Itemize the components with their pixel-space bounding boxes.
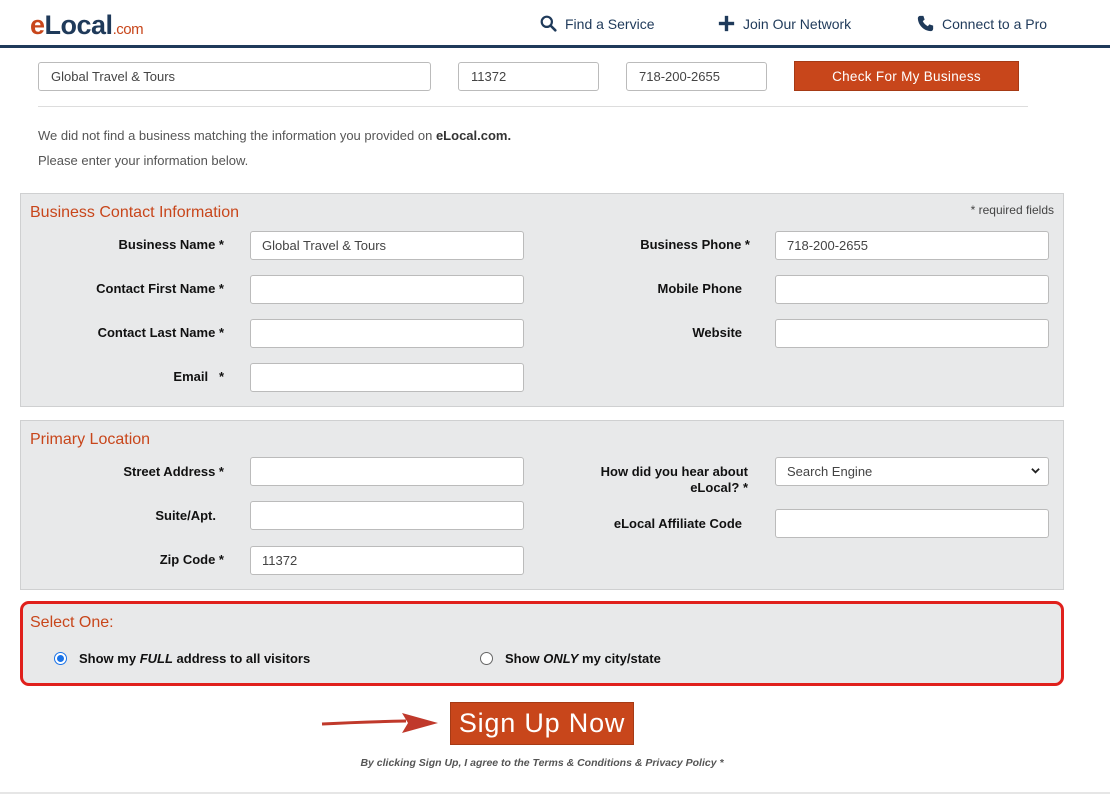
location-section-title: Primary Location: [30, 431, 151, 448]
email-input[interactable]: [250, 363, 524, 392]
lookup-business-name-input[interactable]: Global Travel & Tours: [38, 62, 431, 91]
logo-e: e: [30, 10, 45, 40]
last-name-label: Contact Last Name *: [97, 325, 224, 340]
business-name-label: Business Name *: [118, 237, 225, 252]
radio-city-label: Show ONLY my city/state: [505, 651, 661, 666]
radio-full-post: address to all visitors: [172, 651, 311, 666]
lookup-phone-input[interactable]: 718-200-2655: [626, 62, 767, 91]
address-visibility-panel: Select One: Show my FULL address to all …: [20, 601, 1064, 686]
hear-about-label-1: How did you hear about: [600, 464, 748, 479]
nav-find-label: Find a Service: [565, 15, 655, 32]
zip-code-label: Zip Code *: [159, 552, 224, 567]
radio-city-em: ONLY: [543, 651, 579, 666]
radio-show-city-only[interactable]: Show ONLY my city/state: [480, 651, 661, 666]
business-phone-input[interactable]: 718-200-2655: [775, 231, 1049, 260]
zip-code-input[interactable]: 11372: [250, 546, 524, 575]
logo-local: Local: [44, 10, 114, 40]
required-fields-note: * required fields: [970, 203, 1054, 217]
phone-icon: [917, 15, 934, 32]
arrow-right-icon: [321, 713, 438, 733]
select-one-title: Select One:: [30, 614, 114, 631]
radio-button-unselected[interactable]: [480, 652, 493, 665]
divider: [38, 106, 1028, 107]
street-address-label: Street Address *: [123, 464, 224, 479]
street-address-input[interactable]: [250, 457, 524, 486]
not-found-brand: eLocal.com.: [435, 128, 512, 143]
elocal-logo[interactable]: eLocal.com: [30, 10, 144, 41]
mobile-phone-label: Mobile Phone: [657, 281, 743, 296]
radio-show-full-address[interactable]: Show my FULL address to all visitors: [54, 651, 310, 666]
website-label: Website: [692, 325, 742, 340]
website-input[interactable]: [775, 319, 1049, 348]
footer-divider: [0, 792, 1110, 794]
nav-join-network[interactable]: Join Our Network: [718, 15, 851, 32]
business-phone-label: Business Phone *: [640, 237, 750, 252]
check-business-button[interactable]: Check For My Business: [794, 61, 1019, 91]
business-contact-panel: Business Contact Information * required …: [20, 193, 1064, 407]
radio-button-selected[interactable]: [54, 652, 67, 665]
contact-section-title: Business Contact Information: [30, 204, 239, 221]
business-name-input[interactable]: Global Travel & Tours: [250, 231, 524, 260]
radio-city-post: my city/state: [578, 651, 661, 666]
hear-about-label-2: eLocal? *: [690, 480, 748, 495]
email-label: Email *: [173, 369, 224, 384]
radio-city-pre: Show: [505, 651, 544, 666]
radio-full-em: FULL: [139, 651, 173, 666]
chevron-down-icon: [1031, 468, 1040, 474]
search-icon: [540, 15, 557, 32]
mobile-phone-input[interactable]: [775, 275, 1049, 304]
nav-connect-label: Connect to a Pro: [942, 15, 1048, 32]
terms-notice: By clicking Sign Up, I agree to the Term…: [360, 757, 724, 769]
not-found-text: We did not find a business matching the …: [38, 128, 436, 143]
lookup-zip-input[interactable]: 11372: [458, 62, 599, 91]
hear-about-select[interactable]: Search Engine: [775, 457, 1049, 486]
affiliate-code-input[interactable]: [775, 509, 1049, 538]
not-found-message: We did not find a business matching the …: [38, 128, 511, 143]
nav-connect-pro[interactable]: Connect to a Pro: [917, 15, 1047, 32]
suite-input[interactable]: [250, 501, 524, 530]
plus-icon: [718, 15, 735, 32]
enter-info-message: Please enter your information below.: [38, 153, 249, 168]
site-header: eLocal.com Find a Service Join Our Netwo…: [0, 0, 1110, 48]
suite-label: Suite/Apt.: [155, 508, 216, 523]
first-name-label: Contact First Name *: [96, 281, 224, 296]
logo-com: .com: [112, 21, 144, 38]
nav-find-service[interactable]: Find a Service: [540, 15, 654, 32]
last-name-input[interactable]: [250, 319, 524, 348]
sign-up-button[interactable]: Sign Up Now: [450, 702, 634, 745]
first-name-input[interactable]: [250, 275, 524, 304]
radio-full-label: Show my FULL address to all visitors: [79, 651, 310, 666]
primary-location-panel: Primary Location Street Address * Suite/…: [20, 420, 1064, 590]
affiliate-code-label: eLocal Affiliate Code: [613, 516, 742, 531]
hear-about-selected: Search Engine: [787, 464, 873, 479]
radio-full-pre: Show my: [79, 651, 140, 666]
nav-join-label: Join Our Network: [743, 15, 852, 32]
